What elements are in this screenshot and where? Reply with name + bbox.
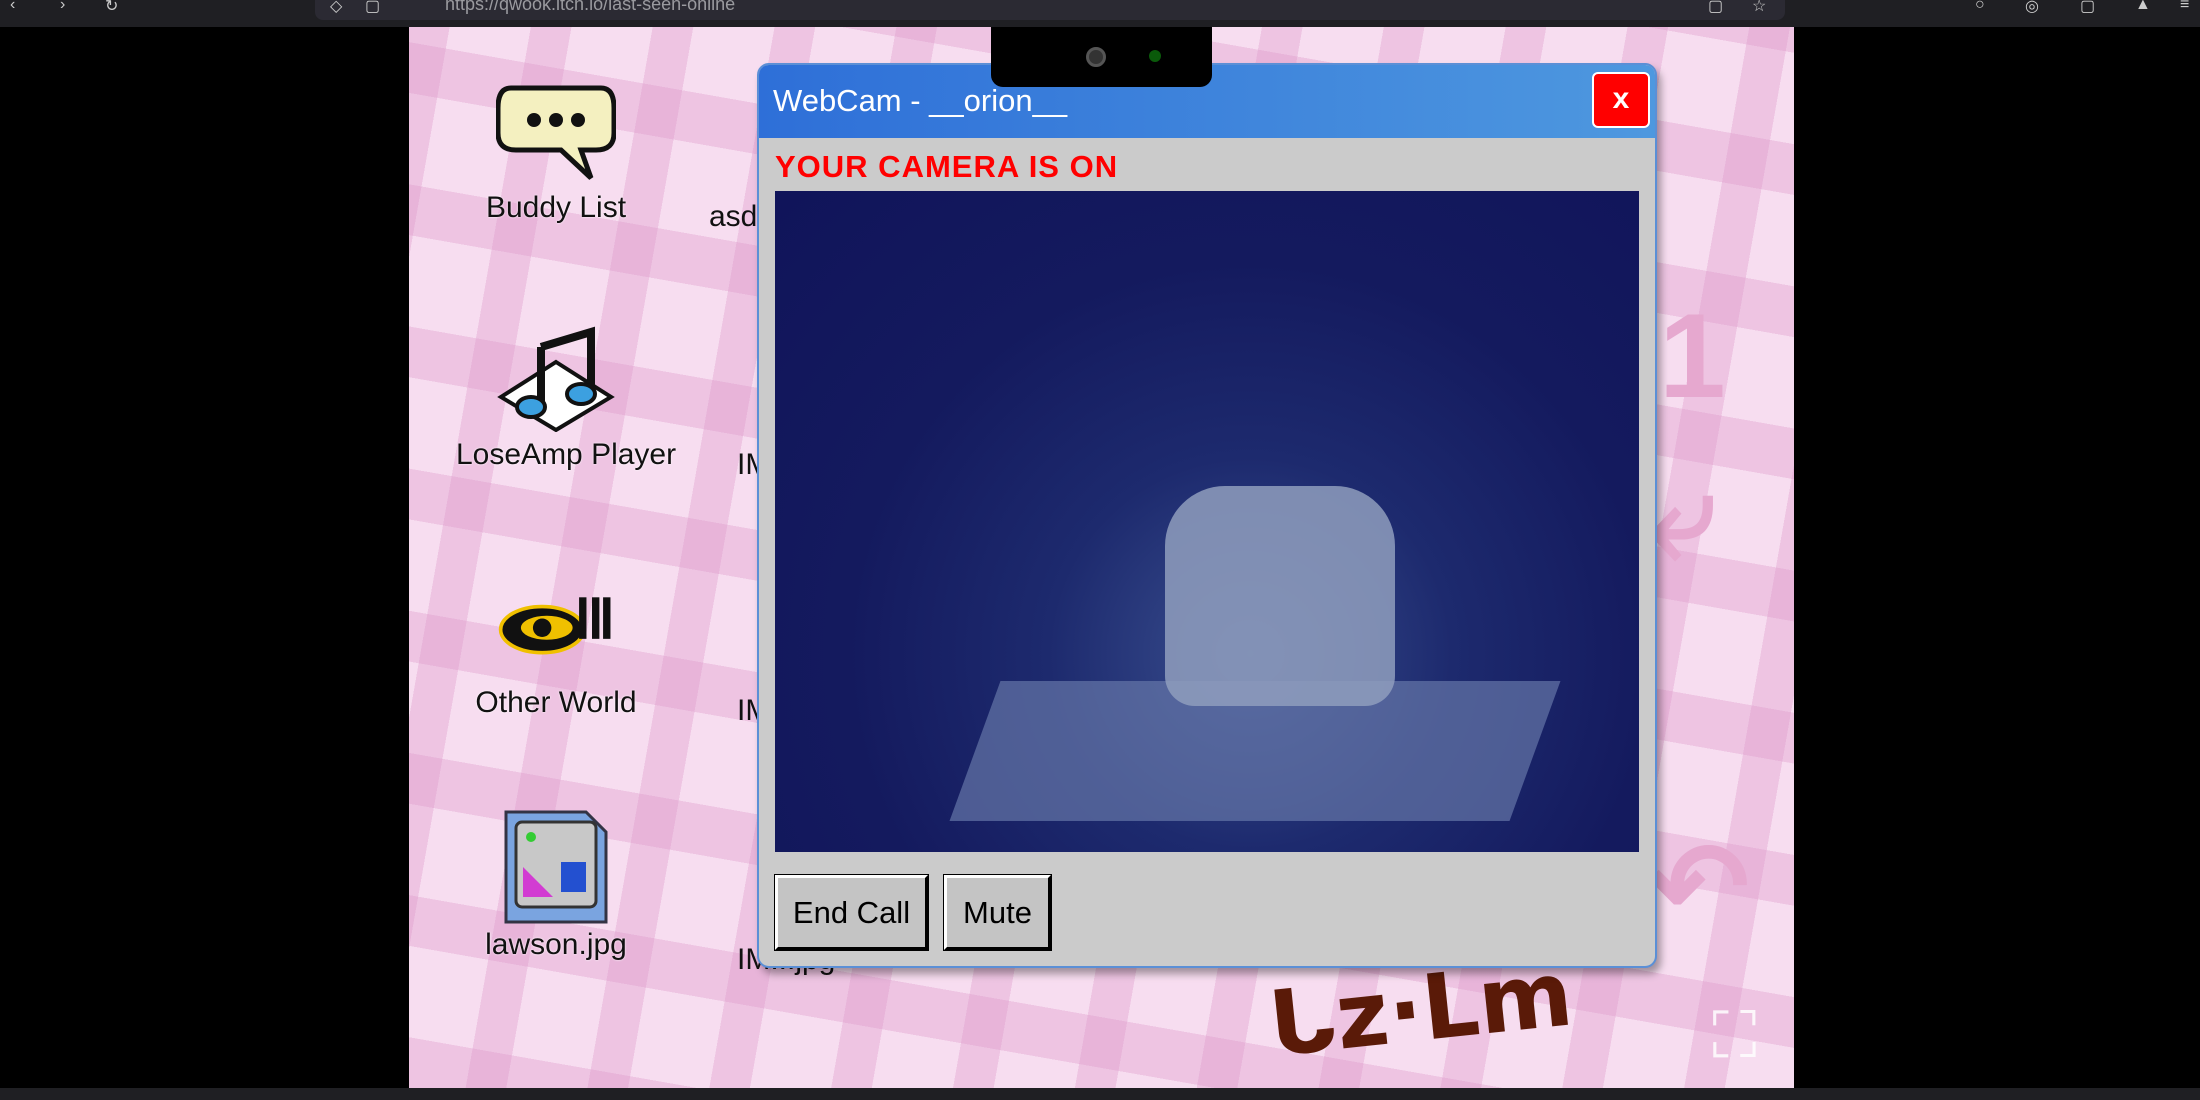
- extension-icon[interactable]: ◎: [2025, 0, 2039, 16]
- decor-digit-icon: 1: [1659, 289, 1726, 423]
- other-world-logo-icon: [496, 570, 616, 680]
- end-call-button[interactable]: End Call: [775, 875, 928, 950]
- icon-label: Buddy List: [485, 191, 627, 224]
- decor-arrow-icon: ⤶: [1649, 449, 1717, 583]
- camera-status: YOUR CAMERA IS ON: [775, 149, 1119, 184]
- account-icon[interactable]: ○: [1975, 0, 1985, 14]
- desktop-icon-loseamp-player[interactable]: LoseAmp Player: [456, 322, 677, 472]
- bottom-bar: [0, 1088, 2200, 1100]
- fullscreen-icon[interactable]: ⛶: [1712, 1000, 1772, 1070]
- bookmark-icon[interactable]: ☆: [1752, 0, 1766, 16]
- lock-icon: ▢: [365, 0, 381, 15]
- music-note-icon: [496, 322, 616, 432]
- close-button[interactable]: x: [1592, 72, 1650, 128]
- speech-bubble-icon: [496, 75, 616, 185]
- window-title: WebCam - __orion__: [773, 83, 1068, 118]
- shield-icon: ◇: [330, 0, 343, 15]
- video-shape: [1165, 486, 1395, 706]
- decor-arrow-icon: ↶: [1649, 819, 1750, 953]
- reload-icon[interactable]: ↻: [105, 0, 118, 16]
- icon-label-partial[interactable]: asd: [709, 200, 757, 234]
- camera-lens-icon: [1086, 47, 1106, 67]
- mute-button[interactable]: Mute: [944, 875, 1051, 950]
- game-desktop: 1 ⤶ ↶ ᒐz·ᒪm Buddy List LoseAmp Player Ot…: [409, 27, 1794, 1088]
- webcam-notch: [991, 27, 1212, 87]
- webcam-window: WebCam - __orion__ x YOUR CAMERA IS ON E…: [757, 63, 1657, 968]
- menu-icon[interactable]: ≡: [2180, 0, 2189, 14]
- image-file-icon: [496, 810, 616, 924]
- browser-toolbar: ‹ › ↻ ◇ ▢ https://qwook.itch.io/last-see…: [0, 0, 2200, 27]
- app-icon[interactable]: ▲: [2135, 0, 2151, 14]
- camera-led-icon: [1149, 50, 1161, 62]
- webcam-video-feed: [775, 191, 1639, 852]
- desktop-icon-other-world[interactable]: Other World: [456, 570, 656, 720]
- back-icon[interactable]: ‹: [10, 0, 15, 14]
- icon-label: LoseAmp Player: [456, 438, 677, 471]
- icon-label: lawson.jpg: [485, 928, 627, 961]
- reader-icon[interactable]: ▢: [1708, 0, 1723, 16]
- desktop-icon-buddy-list[interactable]: Buddy List: [456, 75, 656, 225]
- icon-label: Other World: [475, 686, 637, 719]
- desktop-icon-lawson-jpg[interactable]: lawson.jpg: [456, 810, 656, 962]
- share-icon[interactable]: ▢: [2080, 0, 2095, 16]
- forward-icon[interactable]: ›: [60, 0, 65, 14]
- url-text[interactable]: https://qwook.itch.io/last-seen-online: [445, 0, 735, 15]
